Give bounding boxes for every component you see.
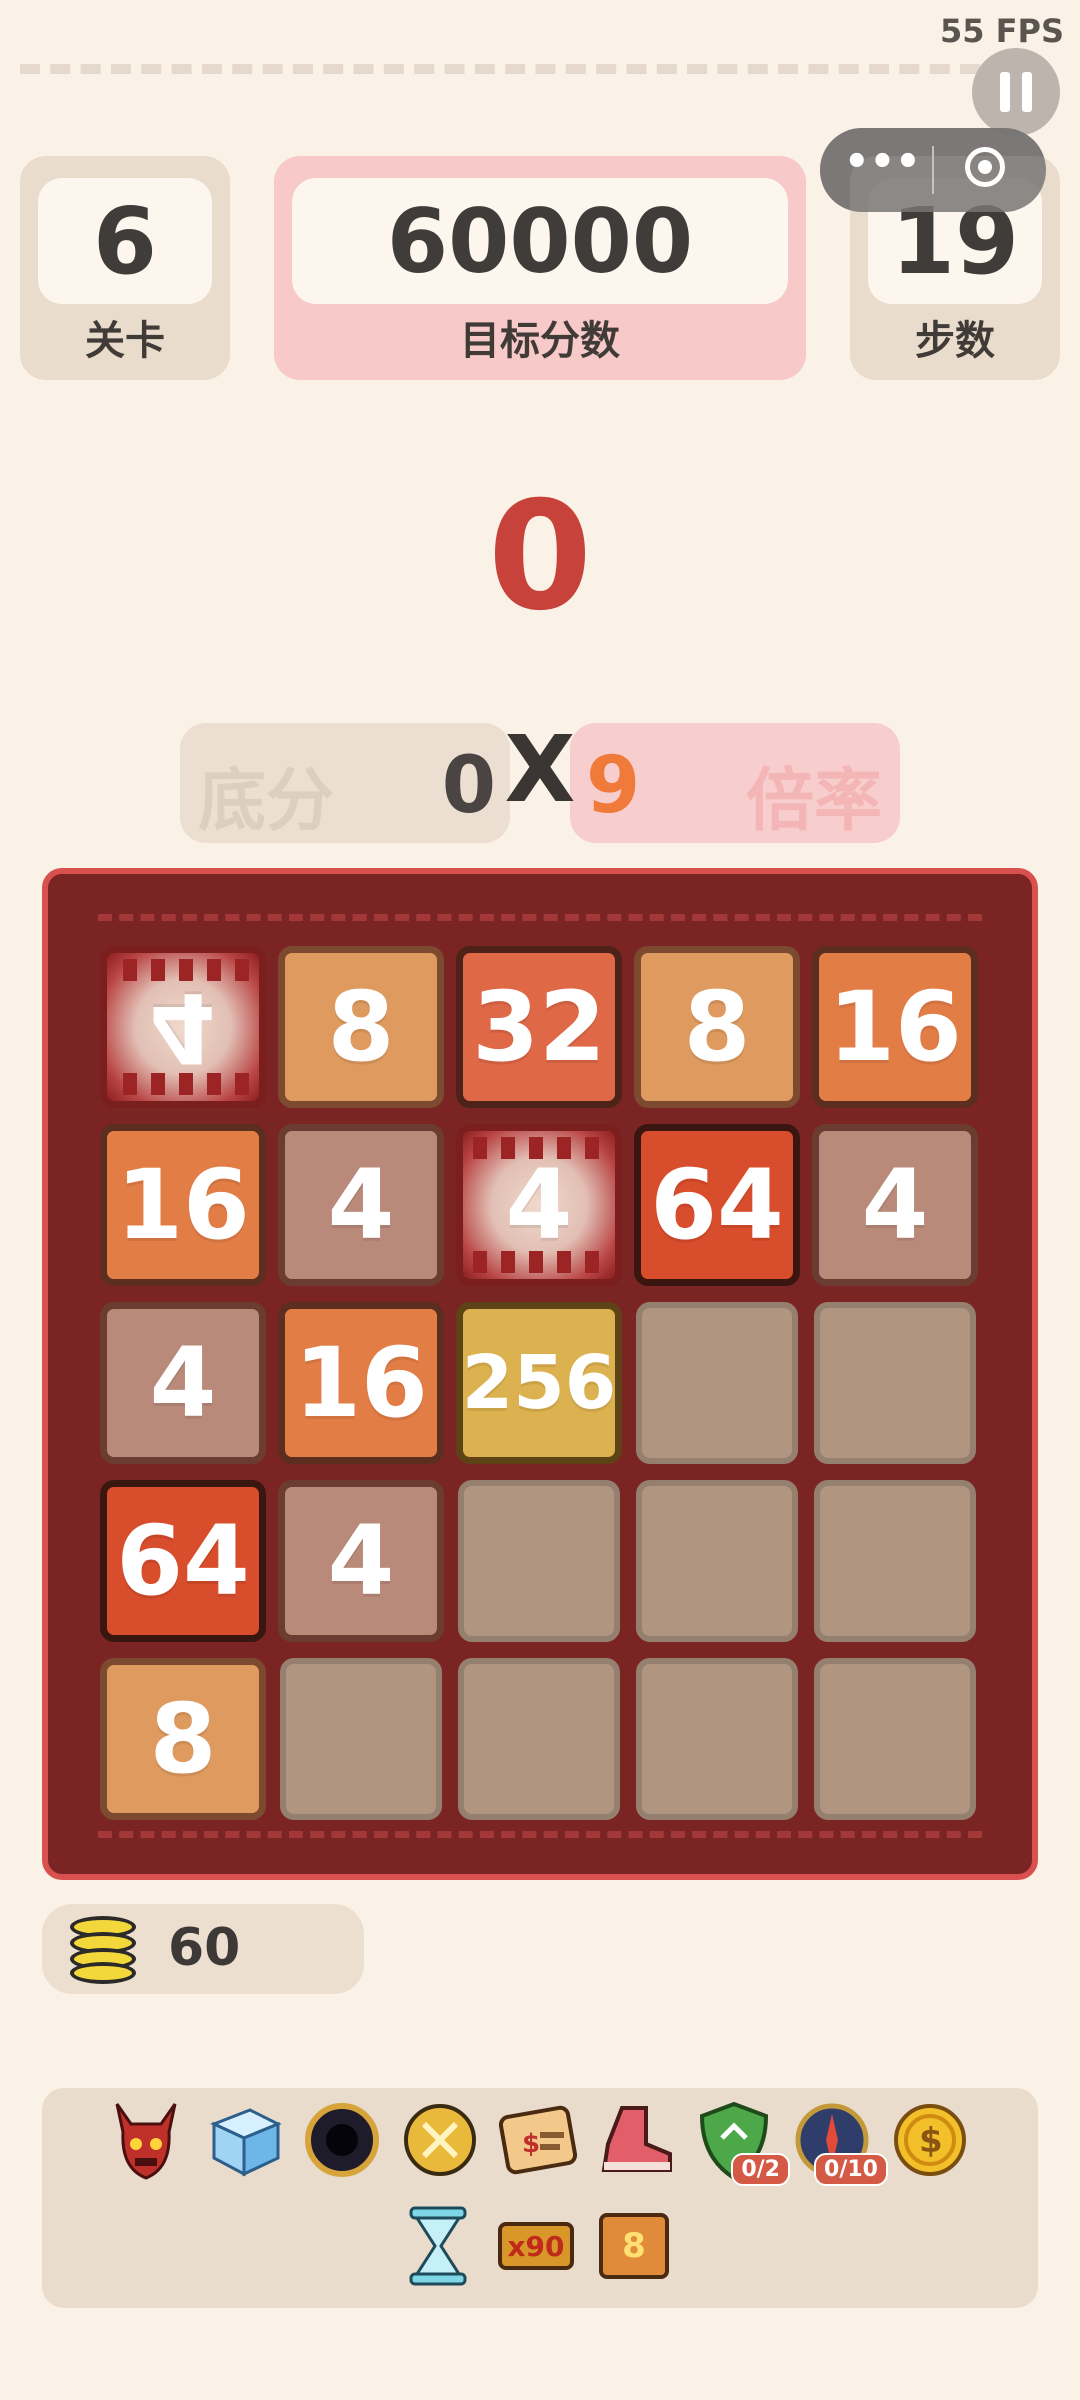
- price-card-icon[interactable]: $: [496, 2098, 580, 2182]
- boot-icon[interactable]: [594, 2098, 678, 2182]
- base-score-pill: 底分 0: [180, 723, 510, 843]
- tile-value: 4: [149, 1327, 217, 1439]
- tile-value: 16: [116, 1149, 250, 1261]
- current-score: 0: [487, 470, 593, 644]
- hourglass-icon[interactable]: [396, 2204, 480, 2288]
- level-panel: 6 关卡: [20, 156, 230, 380]
- tile-value: 256: [461, 1340, 617, 1426]
- empty-cell: [458, 1480, 620, 1642]
- board-bottom-dash: [98, 1831, 982, 1838]
- coin-count: 60: [168, 1918, 241, 1978]
- tile-value: 32: [472, 971, 606, 1083]
- monster-tile[interactable]: 4: [100, 946, 266, 1108]
- number-tile[interactable]: 4: [812, 1124, 978, 1286]
- pause-icon: [1000, 72, 1010, 112]
- steps-label: 步数: [915, 318, 995, 364]
- item-count-badge: 0/2: [731, 2153, 790, 2186]
- close-target-icon[interactable]: [965, 147, 1005, 187]
- number-tile[interactable]: 4: [278, 1124, 444, 1286]
- coin-stack-icon: [70, 1916, 140, 1984]
- tile-value: 4: [505, 1149, 573, 1261]
- empty-cell: [636, 1302, 798, 1464]
- empty-cell: [280, 1658, 442, 1820]
- gold-coin-icon[interactable]: $: [888, 2098, 972, 2182]
- empty-cell: [636, 1480, 798, 1642]
- empty-cell: [458, 1658, 620, 1820]
- pause-button[interactable]: [972, 48, 1060, 136]
- number-tile[interactable]: 4: [100, 1302, 266, 1464]
- svg-text:$: $: [522, 2129, 540, 2159]
- level-value: 6: [38, 178, 212, 304]
- number-tile[interactable]: 16: [100, 1124, 266, 1286]
- ice-cube-icon[interactable]: [202, 2098, 286, 2182]
- tile-value: 4: [327, 1505, 395, 1617]
- multiplier-90-label: x90: [498, 2222, 574, 2270]
- board-top-dash: [98, 914, 982, 921]
- crate-8-label: 8: [599, 2213, 669, 2279]
- tile-value: 16: [294, 1327, 428, 1439]
- tile-value: 16: [828, 971, 962, 1083]
- tile-value: 8: [683, 971, 751, 1083]
- tile-value: 4: [861, 1149, 929, 1261]
- number-tile[interactable]: 8: [278, 946, 444, 1108]
- sword-coin-icon[interactable]: [398, 2098, 482, 2182]
- fps-counter: 55 FPS: [939, 12, 1064, 50]
- number-tile[interactable]: 256: [456, 1302, 622, 1464]
- level-label: 关卡: [85, 318, 165, 364]
- tile-value: 8: [149, 1683, 217, 1795]
- coin-balance: 60: [42, 1904, 364, 1994]
- game-board[interactable]: 4 8 32 8 16 16 4 4 64 4 4 16 256 64 4 8: [42, 868, 1038, 1880]
- number-tile[interactable]: 8: [634, 946, 800, 1108]
- number-tile[interactable]: 4: [278, 1480, 444, 1642]
- empty-cell: [814, 1658, 976, 1820]
- compass-icon[interactable]: 0/10: [790, 2098, 888, 2186]
- target-score-label: 目标分数: [460, 318, 620, 364]
- shield-icon[interactable]: 0/2: [692, 2098, 790, 2186]
- tile-value: 64: [650, 1149, 784, 1261]
- item-tray: $0/2 0/10 $ x90 8: [42, 2088, 1038, 2308]
- empty-cell: [636, 1658, 798, 1820]
- crate-8-icon[interactable]: 8: [592, 2204, 676, 2288]
- number-tile[interactable]: 64: [634, 1124, 800, 1286]
- empty-cell: [814, 1302, 976, 1464]
- number-tile[interactable]: 16: [278, 1302, 444, 1464]
- times-sign: X: [504, 716, 576, 823]
- base-score-value: 0: [441, 741, 496, 831]
- number-tile[interactable]: 16: [812, 946, 978, 1108]
- tile-value: 8: [327, 971, 395, 1083]
- multiplier-label: 倍率: [745, 762, 882, 841]
- multiplier-90-icon[interactable]: x90: [494, 2204, 578, 2288]
- multiplier-value: 9: [586, 741, 641, 831]
- target-score-panel: 60000 目标分数: [274, 156, 806, 380]
- black-hole-icon[interactable]: [300, 2098, 384, 2182]
- tile-value: 4: [149, 971, 217, 1083]
- tile-value: 64: [116, 1505, 250, 1617]
- demon-mask-icon[interactable]: [104, 2098, 188, 2182]
- number-tile[interactable]: 32: [456, 946, 622, 1108]
- svg-text:$: $: [919, 2121, 943, 2161]
- more-menu-icon[interactable]: •••: [844, 142, 921, 192]
- number-tile[interactable]: 8: [100, 1658, 266, 1820]
- multiplier-pill: 9 倍率: [570, 723, 900, 843]
- number-tile[interactable]: 64: [100, 1480, 266, 1642]
- base-score-label: 底分: [198, 762, 335, 841]
- monster-tile[interactable]: 4: [456, 1124, 622, 1286]
- tile-value: 4: [327, 1149, 395, 1261]
- top-divider: [20, 64, 980, 74]
- item-count-badge: 0/10: [814, 2153, 888, 2186]
- mini-program-capsule-overlay: •••: [820, 128, 1046, 212]
- empty-cell: [814, 1480, 976, 1642]
- target-score-value: 60000: [292, 178, 788, 304]
